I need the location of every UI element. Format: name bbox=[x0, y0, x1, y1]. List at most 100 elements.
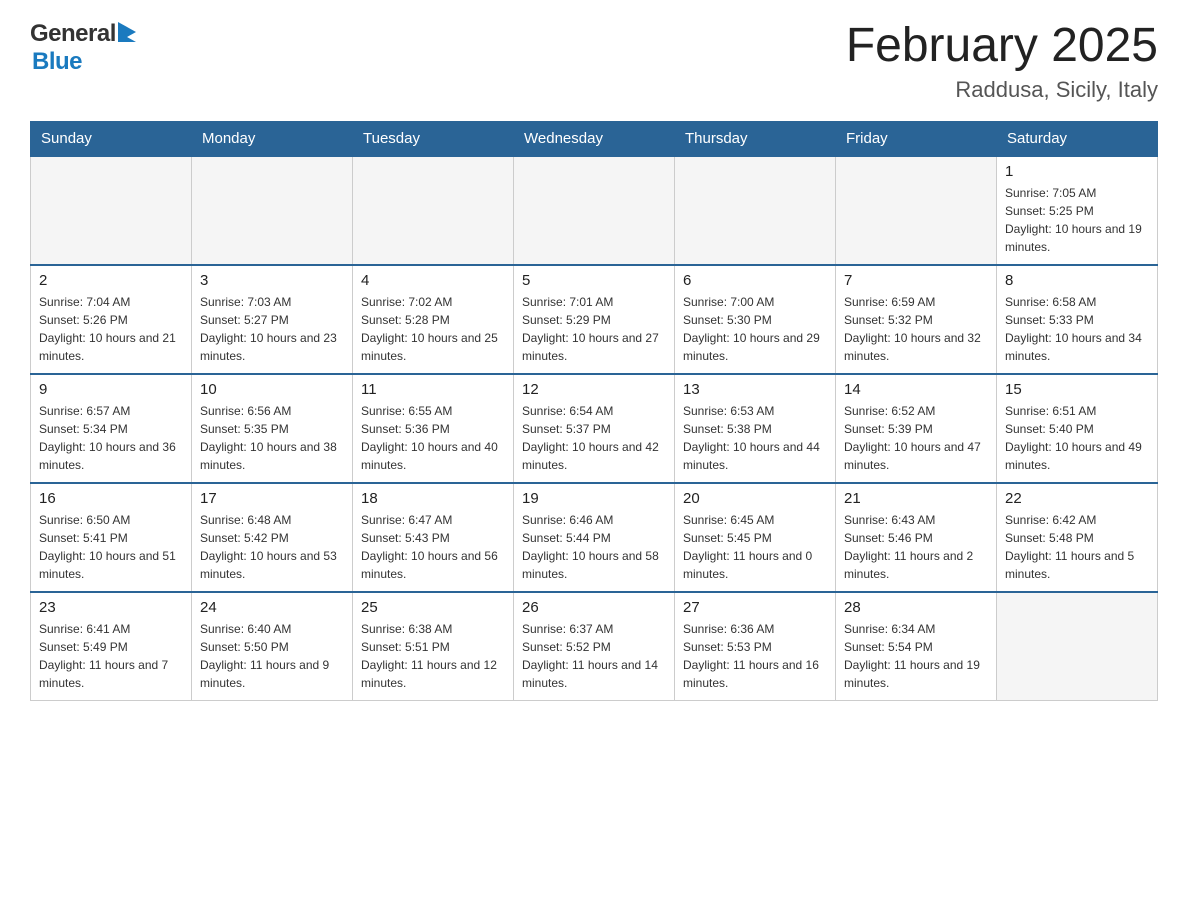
calendar-day-cell: 9Sunrise: 6:57 AM Sunset: 5:34 PM Daylig… bbox=[31, 374, 192, 483]
day-info: Sunrise: 6:45 AM Sunset: 5:45 PM Dayligh… bbox=[683, 511, 827, 583]
day-number: 26 bbox=[522, 599, 666, 616]
month-title: February 2025 bbox=[846, 20, 1158, 73]
day-number: 15 bbox=[1005, 381, 1149, 398]
calendar-day-cell: 17 Sunrise: 6:48 AM Sunset: 5:42 PM Dayli… bbox=[192, 483, 353, 592]
day-info: Sunrise: 6:38 AM Sunset: 5:51 PM Dayligh… bbox=[361, 620, 505, 692]
calendar-day-cell: 21Sunrise: 6:43 AM Sunset: 5:46 PM Dayli… bbox=[836, 483, 997, 592]
day-number: 14 bbox=[844, 381, 988, 398]
calendar-day-cell: 1 Sunrise: 7:05 AM Sunset: 5:25 PM Daylig… bbox=[997, 156, 1158, 265]
day-info: Sunrise: 6:46 AM Sunset: 5:44 PM Dayligh… bbox=[522, 511, 666, 583]
calendar-week-row: 16 Sunrise: 6:50 AM Sunset: 5:41 PM Dayli… bbox=[31, 483, 1158, 592]
location: Raddusa, Sicily, Italy bbox=[846, 77, 1158, 103]
calendar-header-row: SundayMondayTuesdayWednesdayThursdayFrid… bbox=[31, 121, 1158, 156]
calendar-day-cell bbox=[353, 156, 514, 265]
day-number: 4 bbox=[361, 272, 505, 289]
day-info: Sunrise: 6:51 AM Sunset: 5:40 PM Dayligh… bbox=[1005, 402, 1149, 474]
day-info: Sunrise: 6:47 AM Sunset: 5:43 PM Dayligh… bbox=[361, 511, 505, 583]
calendar-day-cell: 18 Sunrise: 6:47 AM Sunset: 5:43 PM Dayli… bbox=[353, 483, 514, 592]
day-number: 24 bbox=[200, 599, 344, 616]
calendar-day-cell: 22 Sunrise: 6:42 AM Sunset: 5:48 PM Dayli… bbox=[997, 483, 1158, 592]
calendar-day-header: Sunday bbox=[31, 121, 192, 156]
logo: General Blue bbox=[30, 20, 136, 76]
day-info: Sunrise: 7:03 AM Sunset: 5:27 PM Dayligh… bbox=[200, 293, 344, 365]
calendar-day-cell: 3 Sunrise: 7:03 AM Sunset: 5:27 PM Daylig… bbox=[192, 265, 353, 374]
day-number: 10 bbox=[200, 381, 344, 398]
calendar-day-cell: 8 Sunrise: 6:58 AM Sunset: 5:33 PM Daylig… bbox=[997, 265, 1158, 374]
day-info: Sunrise: 6:50 AM Sunset: 5:41 PM Dayligh… bbox=[39, 511, 183, 583]
calendar-day-header: Monday bbox=[192, 121, 353, 156]
calendar-day-cell: 24 Sunrise: 6:40 AM Sunset: 5:50 PM Dayli… bbox=[192, 592, 353, 701]
day-info: Sunrise: 7:04 AM Sunset: 5:26 PM Dayligh… bbox=[39, 293, 183, 365]
calendar-day-cell bbox=[192, 156, 353, 265]
calendar-day-header: Friday bbox=[836, 121, 997, 156]
day-info: Sunrise: 6:56 AM Sunset: 5:35 PM Dayligh… bbox=[200, 402, 344, 474]
calendar-day-cell: 10 Sunrise: 6:56 AM Sunset: 5:35 PM Dayli… bbox=[192, 374, 353, 483]
day-number: 20 bbox=[683, 490, 827, 507]
day-number: 11 bbox=[361, 381, 505, 398]
calendar-week-row: 23 Sunrise: 6:41 AM Sunset: 5:49 PM Dayli… bbox=[31, 592, 1158, 701]
calendar-day-cell: 2 Sunrise: 7:04 AM Sunset: 5:26 PM Daylig… bbox=[31, 265, 192, 374]
calendar-day-cell bbox=[31, 156, 192, 265]
day-info: Sunrise: 6:58 AM Sunset: 5:33 PM Dayligh… bbox=[1005, 293, 1149, 365]
day-info: Sunrise: 6:53 AM Sunset: 5:38 PM Dayligh… bbox=[683, 402, 827, 474]
day-info: Sunrise: 6:36 AM Sunset: 5:53 PM Dayligh… bbox=[683, 620, 827, 692]
day-number: 19 bbox=[522, 490, 666, 507]
day-info: Sunrise: 7:01 AM Sunset: 5:29 PM Dayligh… bbox=[522, 293, 666, 365]
day-number: 23 bbox=[39, 599, 183, 616]
day-number: 16 bbox=[39, 490, 183, 507]
title-block: February 2025 Raddusa, Sicily, Italy bbox=[846, 20, 1158, 103]
calendar-table: SundayMondayTuesdayWednesdayThursdayFrid… bbox=[30, 121, 1158, 701]
day-info: Sunrise: 6:57 AM Sunset: 5:34 PM Dayligh… bbox=[39, 402, 183, 474]
logo-triangle-icon bbox=[118, 22, 136, 42]
calendar-day-cell: 28Sunrise: 6:34 AM Sunset: 5:54 PM Dayli… bbox=[836, 592, 997, 701]
day-number: 18 bbox=[361, 490, 505, 507]
day-info: Sunrise: 6:55 AM Sunset: 5:36 PM Dayligh… bbox=[361, 402, 505, 474]
day-number: 3 bbox=[200, 272, 344, 289]
calendar-day-header: Wednesday bbox=[514, 121, 675, 156]
day-info: Sunrise: 6:59 AM Sunset: 5:32 PM Dayligh… bbox=[844, 293, 988, 365]
calendar-day-cell: 13 Sunrise: 6:53 AM Sunset: 5:38 PM Dayli… bbox=[675, 374, 836, 483]
day-number: 25 bbox=[361, 599, 505, 616]
day-number: 7 bbox=[844, 272, 988, 289]
day-number: 5 bbox=[522, 272, 666, 289]
day-number: 13 bbox=[683, 381, 827, 398]
calendar-week-row: 9Sunrise: 6:57 AM Sunset: 5:34 PM Daylig… bbox=[31, 374, 1158, 483]
calendar-day-cell bbox=[675, 156, 836, 265]
day-number: 17 bbox=[200, 490, 344, 507]
calendar-day-header: Saturday bbox=[997, 121, 1158, 156]
page-header: General Blue February 2025 Raddusa, Sici… bbox=[30, 20, 1158, 103]
day-info: Sunrise: 6:52 AM Sunset: 5:39 PM Dayligh… bbox=[844, 402, 988, 474]
calendar-week-row: 2 Sunrise: 7:04 AM Sunset: 5:26 PM Daylig… bbox=[31, 265, 1158, 374]
day-number: 8 bbox=[1005, 272, 1149, 289]
day-info: Sunrise: 6:42 AM Sunset: 5:48 PM Dayligh… bbox=[1005, 511, 1149, 583]
day-info: Sunrise: 6:43 AM Sunset: 5:46 PM Dayligh… bbox=[844, 511, 988, 583]
calendar-day-cell: 15 Sunrise: 6:51 AM Sunset: 5:40 PM Dayli… bbox=[997, 374, 1158, 483]
day-info: Sunrise: 6:40 AM Sunset: 5:50 PM Dayligh… bbox=[200, 620, 344, 692]
day-number: 27 bbox=[683, 599, 827, 616]
day-info: Sunrise: 6:41 AM Sunset: 5:49 PM Dayligh… bbox=[39, 620, 183, 692]
calendar-day-cell bbox=[836, 156, 997, 265]
day-number: 2 bbox=[39, 272, 183, 289]
day-number: 6 bbox=[683, 272, 827, 289]
calendar-day-cell: 20 Sunrise: 6:45 AM Sunset: 5:45 PM Dayli… bbox=[675, 483, 836, 592]
calendar-day-cell: 11 Sunrise: 6:55 AM Sunset: 5:36 PM Dayli… bbox=[353, 374, 514, 483]
logo-blue-text: Blue bbox=[32, 48, 82, 76]
calendar-day-cell: 6Sunrise: 7:00 AM Sunset: 5:30 PM Daylig… bbox=[675, 265, 836, 374]
calendar-day-cell: 23 Sunrise: 6:41 AM Sunset: 5:49 PM Dayli… bbox=[31, 592, 192, 701]
calendar-day-cell: 14 Sunrise: 6:52 AM Sunset: 5:39 PM Dayli… bbox=[836, 374, 997, 483]
calendar-day-header: Tuesday bbox=[353, 121, 514, 156]
calendar-day-cell: 12Sunrise: 6:54 AM Sunset: 5:37 PM Dayli… bbox=[514, 374, 675, 483]
day-info: Sunrise: 6:37 AM Sunset: 5:52 PM Dayligh… bbox=[522, 620, 666, 692]
calendar-day-cell: 5 Sunrise: 7:01 AM Sunset: 5:29 PM Daylig… bbox=[514, 265, 675, 374]
day-number: 22 bbox=[1005, 490, 1149, 507]
day-info: Sunrise: 6:48 AM Sunset: 5:42 PM Dayligh… bbox=[200, 511, 344, 583]
calendar-day-cell: 16 Sunrise: 6:50 AM Sunset: 5:41 PM Dayli… bbox=[31, 483, 192, 592]
day-info: Sunrise: 7:05 AM Sunset: 5:25 PM Dayligh… bbox=[1005, 184, 1149, 256]
calendar-day-cell: 25 Sunrise: 6:38 AM Sunset: 5:51 PM Dayli… bbox=[353, 592, 514, 701]
day-info: Sunrise: 6:54 AM Sunset: 5:37 PM Dayligh… bbox=[522, 402, 666, 474]
calendar-day-cell bbox=[997, 592, 1158, 701]
day-info: Sunrise: 7:02 AM Sunset: 5:28 PM Dayligh… bbox=[361, 293, 505, 365]
calendar-day-cell: 4 Sunrise: 7:02 AM Sunset: 5:28 PM Daylig… bbox=[353, 265, 514, 374]
calendar-day-cell: 27 Sunrise: 6:36 AM Sunset: 5:53 PM Dayli… bbox=[675, 592, 836, 701]
day-number: 1 bbox=[1005, 163, 1149, 180]
